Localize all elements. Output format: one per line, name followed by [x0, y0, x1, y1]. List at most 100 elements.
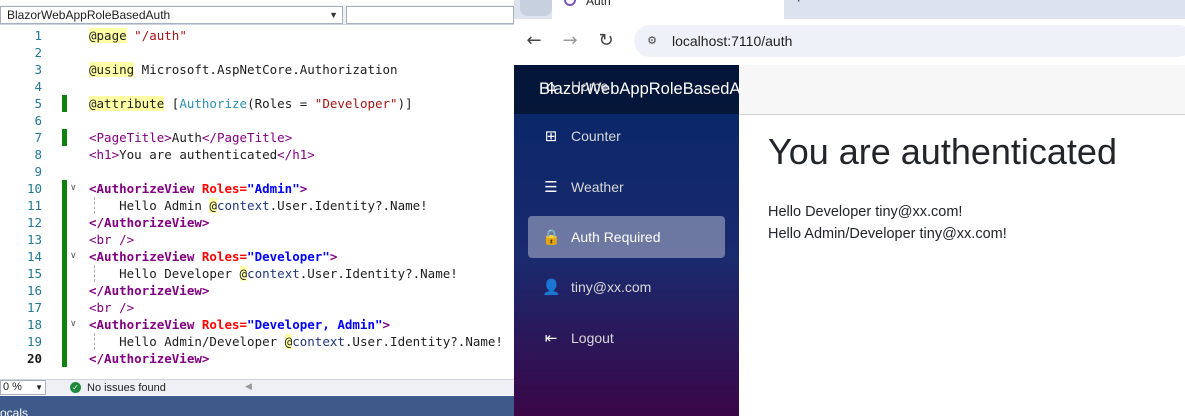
locals-panel-header[interactable]: ocals [0, 396, 514, 416]
fold-toggle-icon[interactable]: ∨ [70, 248, 77, 265]
line-number: 19 [26, 334, 42, 349]
code-token: "Developer, Admin" [247, 317, 383, 332]
nav-item-counter[interactable]: ⊞ Counter [528, 115, 725, 157]
change-marker [62, 265, 67, 282]
main-content: You are authenticated Hello Developer ti… [739, 115, 1185, 416]
code-token: <AuthorizeView [89, 181, 195, 196]
line-number: 7 [34, 130, 42, 145]
nav-item-auth-required[interactable]: 🔒 Auth Required [528, 216, 725, 258]
fold-toggle-icon[interactable]: ∨ [70, 180, 77, 197]
browser-toolbar: ← → ↻ ⚙ localhost:7110/auth [514, 19, 1185, 65]
code-line[interactable]: 18 ∨ <AuthorizeView Roles="Developer, Admi… [0, 316, 514, 333]
code-text: </AuthorizeView> [89, 214, 209, 231]
code-token: <AuthorizeView [89, 317, 195, 332]
code-line[interactable]: 20 </AuthorizeView> [0, 350, 514, 367]
nav-item-weather[interactable]: ☰ Weather [528, 166, 725, 208]
code-token: @using [89, 62, 135, 77]
code-text: @page "/auth" [89, 27, 187, 44]
issues-status[interactable]: No issues found [87, 381, 166, 395]
forward-arrow-icon[interactable]: → [558, 29, 582, 53]
code-token: .User.Identity?.Name! [344, 334, 503, 349]
code-token: @ [239, 266, 248, 281]
address-bar[interactable]: ⚙ localhost:7110/auth [634, 25, 1185, 57]
line-number: 18 [26, 317, 42, 332]
nav-item-label: Weather [571, 179, 624, 195]
code-token: </h1> [277, 147, 315, 162]
browser-window: Auth + ← → ↻ ⚙ localhost:7110/auth Blazo… [514, 0, 1185, 416]
code-line[interactable]: 11 Hello Admin @context.User.Identity?.N… [0, 197, 514, 214]
change-marker [62, 214, 67, 231]
fold-toggle-icon[interactable]: ∨ [70, 316, 77, 333]
reload-icon[interactable]: ↻ [594, 29, 618, 53]
line-number: 9 [34, 164, 42, 179]
code-token: Hello Admin/Developer [119, 334, 285, 349]
lock-icon: 🔒 [542, 228, 561, 246]
nav-item-label: Counter [571, 128, 621, 144]
code-line[interactable]: 2 [0, 44, 514, 61]
back-arrow-icon[interactable]: ← [522, 29, 546, 53]
code-line[interactable]: 5 @attribute [Authorize(Roles = "Develope… [0, 95, 514, 112]
change-marker [62, 350, 67, 367]
nav-item-tiny-xx-com[interactable]: 👤 tiny@xx.com [528, 266, 725, 308]
code-token: Roles= [194, 317, 248, 332]
tab-strip: Auth + [514, 0, 1185, 19]
code-token: Roles= [194, 181, 248, 196]
code-line[interactable]: 16 </AuthorizeView> [0, 282, 514, 299]
code-line[interactable]: 8 <h1>You are authenticated</h1> [0, 146, 514, 163]
code-line[interactable]: 12 </AuthorizeView> [0, 214, 514, 231]
code-token: @ [209, 198, 217, 213]
change-marker [62, 248, 67, 265]
new-tab-icon[interactable]: + [794, 0, 803, 8]
line-number: 6 [34, 113, 42, 128]
site-info-icon[interactable]: ⚙ [644, 33, 660, 49]
code-line[interactable]: 1 @page "/auth" [0, 27, 514, 44]
code-text: Hello Admin @context.User.Identity?.Name… [89, 197, 428, 214]
tab-search-button[interactable] [520, 0, 552, 16]
code-token: [ [164, 96, 180, 111]
code-token: </AuthorizeView> [89, 215, 210, 230]
code-line[interactable]: 4 [0, 78, 514, 95]
scroll-left-icon[interactable]: ◀ [245, 381, 252, 392]
code-token: You are authenticated [119, 147, 278, 162]
project-dropdown[interactable]: BlazorWebAppRoleBasedAuth ▼ [0, 6, 343, 24]
code-token: Auth [171, 130, 202, 145]
code-token: @page [89, 28, 127, 43]
code-line[interactable]: 10 ∨ <AuthorizeView Roles="Admin"> [0, 180, 514, 197]
code-token: context [247, 266, 300, 281]
code-line[interactable]: 17 <br /> [0, 299, 514, 316]
code-token: <AuthorizeView [89, 249, 195, 264]
code-line[interactable]: 9 [0, 163, 514, 180]
code-token: Authorize [179, 96, 248, 111]
nav-item-home[interactable]: ⌂ Home [528, 65, 725, 107]
code-line[interactable]: 15 Hello Developer @context.User.Identit… [0, 265, 514, 282]
nav-sidebar: BlazorWebAppRoleBasedAuth ⌂Home⊞Counter☰… [514, 65, 739, 416]
check-circle-icon: ✓ [70, 382, 81, 393]
nav-item-logout[interactable]: ⇤ Logout [528, 317, 725, 359]
code-line[interactable]: 7 <PageTitle>Auth</PageTitle> [0, 129, 514, 146]
code-line[interactable]: 3 @using Microsoft.AspNetCore.Authorizati… [0, 61, 514, 78]
line-number: 2 [34, 45, 42, 60]
code-line[interactable]: 6 [0, 112, 514, 129]
nav-item-label: Auth Required [571, 229, 661, 245]
code-token: )] [397, 96, 413, 111]
line-number: 17 [26, 300, 42, 315]
code-line[interactable]: 13 <br /> [0, 231, 514, 248]
code-line[interactable]: 19 Hello Admin/Developer @context.User.I… [0, 333, 514, 350]
url-text: localhost:7110/auth [672, 33, 793, 49]
member-dropdown[interactable] [346, 6, 514, 24]
change-marker [62, 299, 67, 316]
nav-item-label: Home [571, 78, 609, 94]
code-text: Hello Admin/Developer @context.User.Iden… [89, 333, 503, 350]
line-number: 8 [34, 147, 42, 162]
code-token: > [299, 181, 308, 196]
code-line[interactable]: 14 ∨ <AuthorizeView Roles="Developer"> [0, 248, 514, 265]
code-text: <br /> [89, 231, 134, 248]
tab-auth[interactable]: Auth [552, 0, 784, 19]
project-name: BlazorWebAppRoleBasedAuth [7, 8, 171, 22]
code-text: @using Microsoft.AspNetCore.Authorizatio… [89, 61, 398, 78]
zoom-dropdown[interactable]: 0 % ▼ [0, 380, 46, 395]
line-number: 20 [26, 351, 42, 366]
change-marker [62, 95, 67, 112]
code-token: "Developer" [247, 249, 330, 264]
page-title: You are authenticated [768, 131, 1117, 172]
